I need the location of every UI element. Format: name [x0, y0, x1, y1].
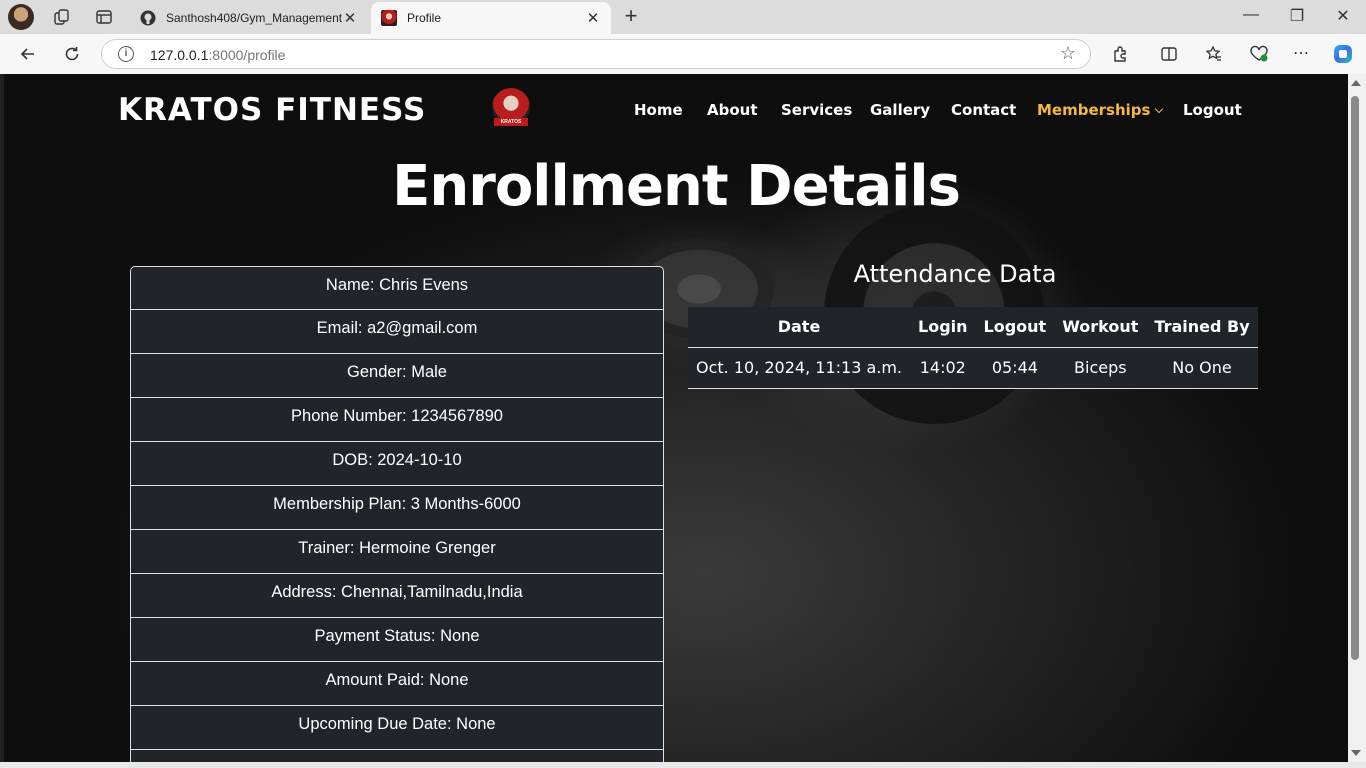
close-tab-icon[interactable]: ✕ [342, 9, 358, 27]
nav-about-link[interactable]: About [707, 101, 758, 119]
kratos-favicon-icon [381, 10, 397, 26]
nav-gallery-link[interactable]: Gallery [870, 101, 930, 119]
copilot-icon[interactable] [1331, 42, 1355, 66]
tab-github[interactable]: Santhosh408/Gym_Management_ ✕ [130, 2, 368, 34]
favorite-star-icon[interactable]: ☆ [1060, 43, 1076, 64]
nav-logout-link[interactable]: Logout [1183, 101, 1242, 119]
scroll-down-arrow-icon[interactable] [1351, 750, 1361, 756]
table-header-row: Date Login Logout Workout Trained By [688, 307, 1258, 348]
detail-row-partial [130, 750, 664, 762]
scroll-up-arrow-icon[interactable] [1351, 80, 1361, 86]
browser-essentials-icon[interactable] [1247, 42, 1271, 66]
detail-address: Address: Chennai,Tamilnadu,India [130, 574, 664, 618]
workspaces-icon[interactable] [50, 5, 74, 29]
detail-email: Email: a2@gmail.com [130, 310, 664, 354]
detail-name: Name: Chris Evens [130, 266, 664, 310]
cell-login: 14:02 [910, 347, 976, 389]
kratos-logo[interactable]: KRATOS [492, 88, 530, 126]
scrollbar-thumb[interactable] [1351, 96, 1359, 660]
detail-membership-plan: Membership Plan: 3 Months-6000 [130, 486, 664, 530]
browser-toolbar: i 127.0.0.1:8000/profile ☆ ⋯ [0, 34, 1366, 74]
address-bar[interactable]: i 127.0.0.1:8000/profile ☆ [101, 39, 1091, 69]
detail-trainer: Trainer: Hermoine Grenger [130, 530, 664, 574]
back-arrow-icon[interactable] [16, 42, 40, 66]
nav-memberships-dropdown[interactable]: Memberships [1037, 101, 1164, 119]
detail-due-date: Upcoming Due Date: None [130, 706, 664, 750]
favorites-icon[interactable] [1202, 42, 1226, 66]
maximize-button[interactable]: ❐ [1282, 6, 1312, 28]
attendance-title: Attendance Data [853, 260, 1057, 288]
nav-services-link[interactable]: Services [781, 101, 852, 119]
github-icon [140, 10, 156, 26]
more-options-icon[interactable]: ⋯ [1289, 42, 1313, 66]
detail-amount-paid: Amount Paid: None [130, 662, 664, 706]
page-viewport: KRATOS FITNESS KRATOS Home About Service… [4, 74, 1348, 762]
close-tab-icon[interactable]: ✕ [585, 9, 601, 27]
close-window-button[interactable]: ✕ [1328, 6, 1358, 28]
table-row: Oct. 10, 2024, 11:13 a.m. 14:02 05:44 Bi… [688, 347, 1258, 389]
site-brand[interactable]: KRATOS FITNESS [118, 92, 426, 128]
attendance-table: Date Login Logout Workout Trained By Oct… [688, 307, 1258, 389]
split-screen-icon[interactable] [1157, 42, 1181, 66]
cell-workout: Biceps [1054, 347, 1147, 389]
reload-icon[interactable] [60, 42, 84, 66]
profile-avatar[interactable] [8, 4, 34, 30]
window-bottom-edge [0, 762, 1366, 768]
detail-phone: Phone Number: 1234567890 [130, 398, 664, 442]
nav-home-link[interactable]: Home [634, 101, 683, 119]
detail-dob: DOB: 2024-10-10 [130, 442, 664, 486]
nav-contact-link[interactable]: Contact [951, 101, 1016, 119]
cell-logout: 05:44 [975, 347, 1055, 389]
cell-trained-by: No One [1146, 347, 1258, 389]
detail-payment-status: Payment Status: None [130, 618, 664, 662]
page-title: Enrollment Details [392, 154, 961, 219]
chevron-down-icon [1155, 104, 1164, 114]
tab-title: Profile [407, 11, 442, 25]
page-scrollbar[interactable] [1348, 74, 1366, 762]
column-header-workout: Workout [1054, 307, 1147, 348]
tab-actions-icon[interactable] [92, 5, 116, 29]
minimize-button[interactable]: — [1236, 6, 1266, 28]
new-tab-button[interactable]: + [619, 5, 643, 29]
tab-profile[interactable]: Profile ✕ [371, 2, 611, 34]
column-header-login: Login [910, 307, 976, 348]
tab-title: Santhosh408/Gym_Management_ [166, 11, 342, 25]
detail-gender: Gender: Male [130, 354, 664, 398]
cell-date: Oct. 10, 2024, 11:13 a.m. [688, 347, 911, 389]
column-header-trained-by: Trained By [1146, 307, 1258, 348]
column-header-date: Date [688, 307, 911, 348]
url-text: 127.0.0.1:8000/profile [150, 47, 286, 63]
extensions-icon[interactable] [1108, 42, 1132, 66]
enrollment-details-card: Name: Chris Evens Email: a2@gmail.com Ge… [130, 266, 664, 762]
column-header-logout: Logout [975, 307, 1055, 348]
site-info-icon[interactable]: i [118, 46, 134, 62]
browser-tab-bar: Santhosh408/Gym_Management_ ✕ Profile ✕ … [0, 0, 1366, 34]
